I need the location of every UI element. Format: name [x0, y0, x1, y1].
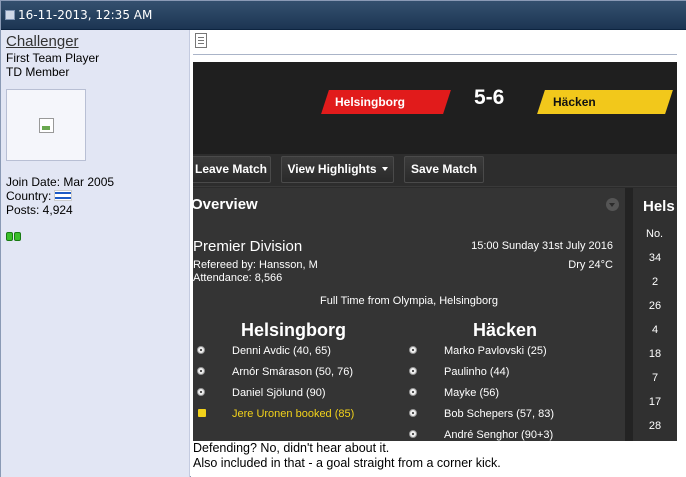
post-divider: [193, 54, 677, 55]
squad-number: 4: [651, 324, 659, 336]
online-status-icon: [6, 228, 22, 246]
squad-number: 26: [648, 300, 662, 312]
yellow-card-icon: [198, 409, 206, 417]
post-count: Posts: 4,924: [6, 203, 73, 217]
forum-post: 16-11-2013, 12:35 AM Challenger First Te…: [0, 0, 686, 477]
squad-number: 17: [648, 396, 662, 408]
kickoff-time: 15:00 Sunday 31st July 2016: [471, 240, 613, 252]
flag-icon: [54, 190, 73, 201]
goal-ball-icon: [197, 388, 205, 396]
username-link[interactable]: Challenger: [6, 33, 79, 50]
squad-number: 2: [651, 276, 659, 288]
competition-name: Premier Division: [193, 238, 303, 255]
post-body: Helsingborg 5-6 Häcken Leave Match View …: [191, 30, 686, 477]
home-team-badge: Helsingborg: [321, 90, 451, 114]
home-event: Denni Avdic (40, 65): [232, 345, 331, 357]
squad-number-header: No.: [646, 228, 664, 240]
away-team-badge: Häcken: [537, 90, 673, 114]
goal-ball-icon: [197, 346, 205, 354]
post-header: 16-11-2013, 12:35 AM: [1, 1, 686, 30]
view-highlights-button[interactable]: View Highlights: [281, 156, 394, 183]
goal-ball-icon: [409, 346, 417, 354]
document-icon: [195, 33, 207, 48]
user-info: Join Date: Mar 2005 Country: Posts: 4,92…: [6, 175, 114, 217]
join-date: Join Date: Mar 2005: [6, 175, 115, 189]
away-event: Marko Pavlovski (25): [444, 345, 547, 357]
broken-image-icon: [39, 118, 54, 133]
scoreboard: Helsingborg 5-6 Häcken: [193, 62, 677, 154]
match-toolbar: Leave Match View Highlights Save Match: [193, 154, 677, 187]
match-details: Refereed by: Hansson, M Attendance: 8,56…: [193, 259, 318, 285]
squad-number: 34: [648, 252, 662, 264]
squad-number: 28: [648, 420, 662, 432]
goal-ball-icon: [197, 367, 205, 375]
post-icon: [5, 10, 15, 20]
user-sidebar: Challenger First Team Player TD Member J…: [1, 30, 190, 477]
overview-panel: Overview Premier Division 15:00 Sunday 3…: [193, 188, 625, 441]
squad-number: 18: [648, 348, 662, 360]
post-message-line1: Defending? No, didn't hear about it.: [193, 441, 390, 455]
home-event: Arnór Smárason (50, 76): [232, 366, 354, 378]
away-event: Mayke (56): [444, 387, 500, 399]
home-team-name: Helsingborg: [241, 320, 347, 340]
collapse-arrow-icon[interactable]: [606, 198, 619, 211]
user-title-line1: First Team Player: [6, 51, 100, 65]
goal-ball-icon: [409, 409, 417, 417]
goal-ball-icon: [409, 367, 417, 375]
country-row: Country:: [6, 189, 114, 203]
post-datetime: 16-11-2013, 12:35 AM: [18, 8, 153, 22]
away-event: André Senghor (90+3): [444, 429, 554, 441]
post-message: Defending? No, didn't hear about it. Als…: [193, 441, 501, 471]
panel-separator: [625, 188, 633, 441]
post-message-line2: Also included in that - a goal straight …: [193, 456, 501, 470]
match-score: 5-6: [474, 86, 505, 109]
attendance: Attendance: 8,566: [193, 272, 283, 284]
away-team-name: Häcken: [473, 320, 538, 340]
goal-ball-icon: [409, 430, 417, 438]
embedded-screenshot: Helsingborg 5-6 Häcken Leave Match View …: [193, 62, 677, 441]
user-title: First Team Player TD Member: [6, 51, 99, 79]
save-match-button[interactable]: Save Match: [404, 156, 484, 183]
referee: Refereed by: Hansson, M: [193, 259, 318, 271]
dropdown-caret-icon: [381, 167, 388, 171]
away-event: Bob Schepers (57, 83): [444, 408, 555, 420]
squad-number: 7: [651, 372, 659, 384]
home-event-booking: Jere Uronen booked (85): [232, 408, 355, 420]
squad-panel-title: Hels: [643, 198, 675, 215]
avatar[interactable]: [6, 89, 86, 161]
goal-ball-icon: [409, 388, 417, 396]
away-event: Paulinho (44): [444, 366, 510, 378]
country-label: Country:: [6, 189, 52, 203]
squad-panel: Hels No. 34 2 26 4 18 7 17 28: [633, 188, 677, 441]
home-event: Daniel Sjölund (90): [232, 387, 326, 399]
leave-match-button[interactable]: Leave Match: [193, 156, 271, 183]
full-time-venue: Full Time from Olympia, Helsingborg: [320, 295, 498, 307]
user-title-line2: TD Member: [6, 65, 70, 79]
overview-title: Overview: [193, 196, 258, 213]
weather: Dry 24°C: [568, 259, 613, 271]
